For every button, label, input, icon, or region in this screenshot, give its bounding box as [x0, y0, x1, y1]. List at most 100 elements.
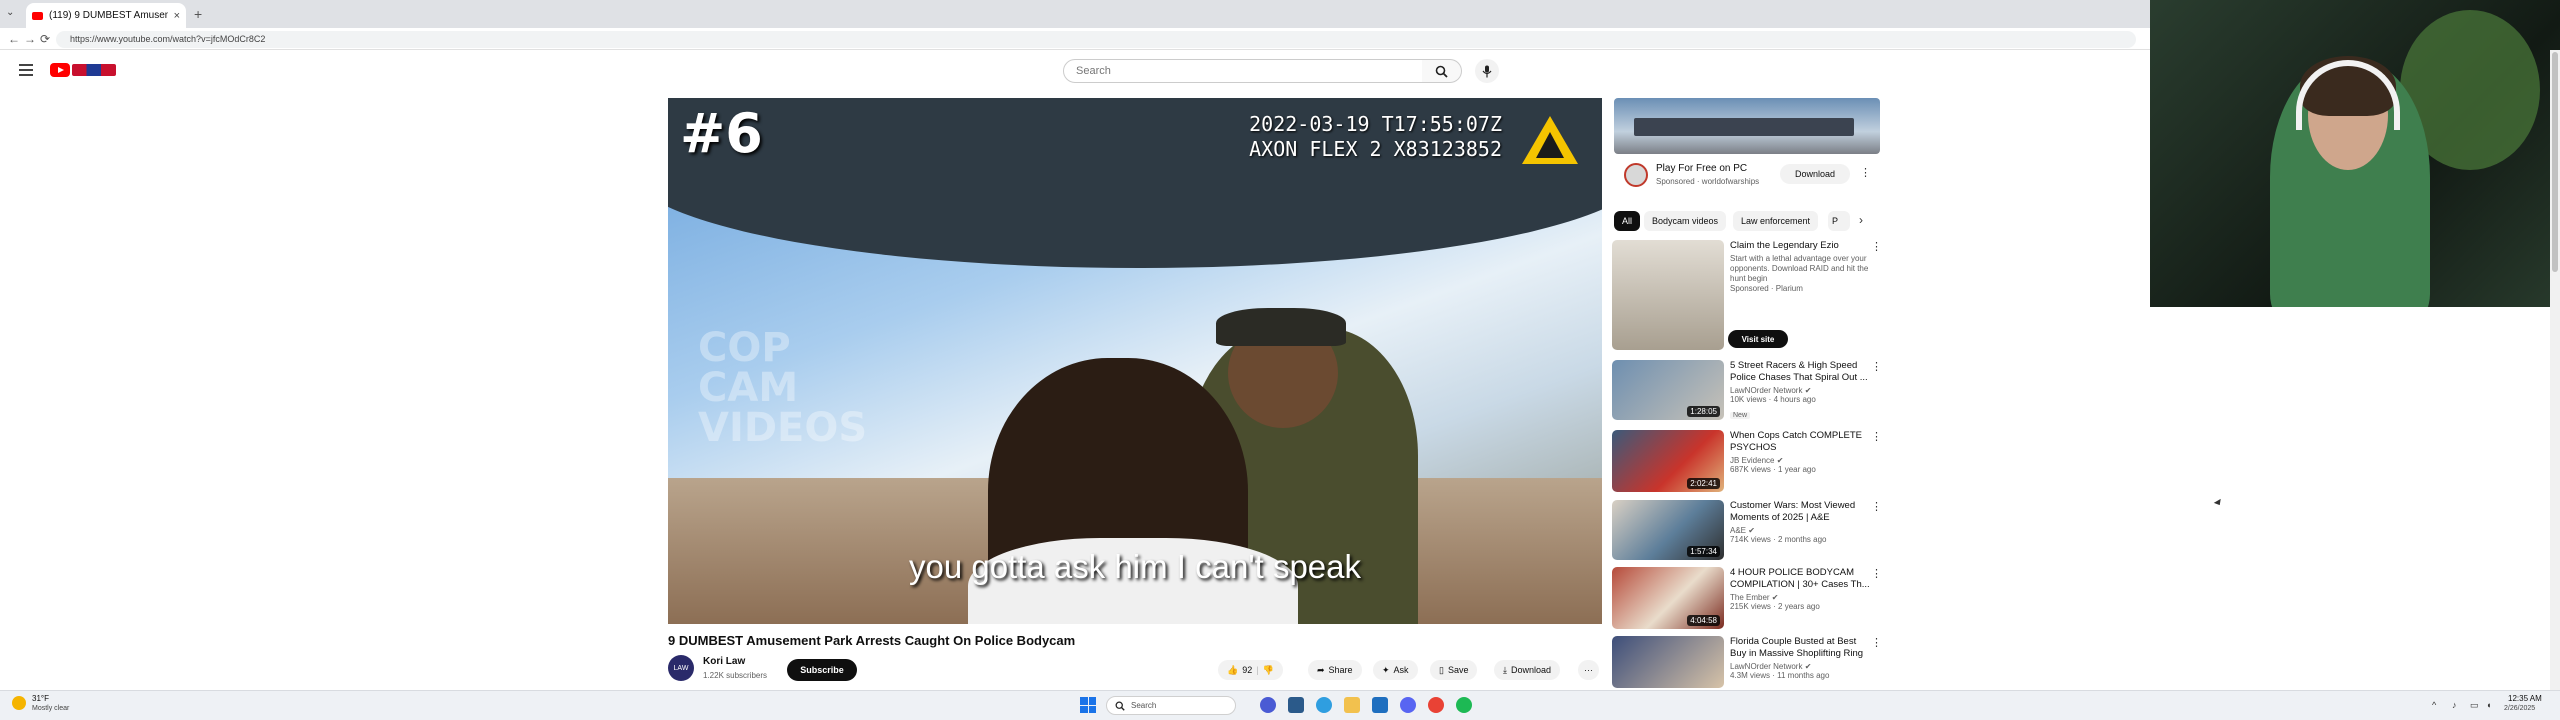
- thumbnail[interactable]: 1:57:34: [1612, 500, 1724, 560]
- thumbnail[interactable]: [1612, 240, 1724, 350]
- thumbnail[interactable]: 2:02:41: [1612, 430, 1724, 492]
- item-title[interactable]: Customer Wars: Most Viewed Moments of 20…: [1730, 500, 1870, 524]
- thumbnail[interactable]: 4:04:58: [1612, 567, 1724, 629]
- tab-close-icon[interactable]: ×: [174, 10, 180, 22]
- list-item[interactable]: Florida Couple Busted at Best Buy in Mas…: [1612, 636, 1882, 688]
- subscribe-button[interactable]: Subscribe: [787, 659, 857, 681]
- clock-date[interactable]: 2/26/2025: [2504, 705, 2535, 712]
- list-item[interactable]: 1:28:05 5 Street Racers & High Speed Pol…: [1612, 360, 1882, 422]
- item-channel[interactable]: LawNOrder Network ✔: [1730, 662, 1870, 671]
- item-title[interactable]: 5 Street Racers & High Speed Police Chas…: [1730, 360, 1870, 384]
- ad-advertiser-icon: [1624, 163, 1648, 187]
- edge-icon[interactable]: [1316, 697, 1332, 713]
- browser-tab[interactable]: (119) 9 DUMBEST Amusement ×: [26, 3, 186, 28]
- list-item[interactable]: 2:02:41 When Cops Catch COMPLETE PSYCHOS…: [1612, 430, 1882, 492]
- item-title[interactable]: 4 HOUR POLICE BODYCAM COMPILATION | 30+ …: [1730, 567, 1870, 591]
- more-options-icon[interactable]: ⋮: [1871, 636, 1882, 649]
- discord-icon[interactable]: [1400, 697, 1416, 713]
- chevron-up-icon[interactable]: ^: [2432, 700, 2436, 710]
- visit-site-button[interactable]: Visit site: [1728, 330, 1788, 348]
- chip-partial[interactable]: P: [1828, 211, 1850, 231]
- share-icon: ➦: [1317, 664, 1325, 675]
- more-options-icon[interactable]: ⋮: [1871, 500, 1882, 513]
- more-options-icon[interactable]: ⋮: [1860, 166, 1871, 179]
- item-channel[interactable]: JB Evidence ✔: [1730, 456, 1870, 465]
- more-actions-button[interactable]: ···: [1578, 660, 1599, 680]
- ask-button[interactable]: ✦ Ask: [1373, 660, 1418, 680]
- taskbar-search[interactable]: Search: [1106, 696, 1236, 715]
- thumbs-up-icon: 👍: [1227, 664, 1239, 675]
- item-channel[interactable]: LawNOrder Network ✔: [1730, 386, 1870, 395]
- chip-law-enforcement[interactable]: Law enforcement: [1733, 211, 1819, 231]
- store-icon[interactable]: [1372, 697, 1388, 713]
- bookmark-icon: ▯: [1439, 664, 1444, 675]
- region-flag-icon: [72, 64, 116, 76]
- menu-icon[interactable]: [19, 64, 33, 76]
- thumbs-down-icon[interactable]: 👎: [1263, 665, 1274, 676]
- file-explorer-icon[interactable]: [1344, 697, 1360, 713]
- item-meta: 4.3M views · 11 months ago: [1730, 671, 1830, 680]
- clock-time[interactable]: 12:35 AM: [2508, 694, 2542, 703]
- more-options-icon[interactable]: ⋮: [1871, 567, 1882, 580]
- thumbnail[interactable]: 1:28:05: [1612, 360, 1724, 420]
- forward-button[interactable]: →: [24, 32, 36, 46]
- item-meta: 10K views · 4 hours ago: [1730, 395, 1816, 404]
- item-title[interactable]: Claim the Legendary Ezio: [1730, 240, 1870, 252]
- bodycam-timestamp: 2022-03-19 T17:55:07Z AXON FLEX 2 X83123…: [1249, 112, 1502, 162]
- chip-all[interactable]: All: [1614, 211, 1641, 231]
- video-player[interactable]: #6 2022-03-19 T17:55:07Z AXON FLEX 2 X83…: [668, 98, 1602, 624]
- ad-banner-image[interactable]: [1614, 98, 1880, 154]
- more-options-icon[interactable]: ⋮: [1871, 240, 1882, 253]
- duration-badge: 1:28:05: [1687, 406, 1720, 417]
- save-button[interactable]: ▯ Save: [1430, 660, 1478, 680]
- more-options-icon[interactable]: ⋮: [1871, 430, 1882, 443]
- search-icon: [1435, 65, 1448, 78]
- axon-logo-icon: [1522, 116, 1578, 164]
- list-item[interactable]: 1:57:34 Customer Wars: Most Viewed Momen…: [1612, 500, 1882, 562]
- channel-avatar[interactable]: LAW: [668, 655, 694, 681]
- start-button[interactable]: [1080, 697, 1096, 713]
- channel-name[interactable]: Kori Law: [703, 656, 745, 667]
- copilot-icon[interactable]: [1260, 697, 1276, 713]
- taskbar-search-label: Search: [1131, 701, 1157, 710]
- task-view-icon[interactable]: [1288, 697, 1304, 713]
- network-icon[interactable]: ▭: [2470, 700, 2479, 711]
- microphone-tray-icon[interactable]: ♪: [2452, 700, 2457, 710]
- weather-icon[interactable]: [12, 696, 26, 710]
- item-channel[interactable]: A&E ✔: [1730, 526, 1870, 535]
- page-scrollbar[interactable]: [2550, 50, 2560, 690]
- sparkle-icon: ✦: [1382, 664, 1390, 675]
- ad-title[interactable]: Play For Free on PC: [1656, 163, 1747, 174]
- chip-bodycam-videos[interactable]: Bodycam videos: [1644, 211, 1727, 231]
- ask-label: Ask: [1393, 665, 1409, 675]
- volume-icon[interactable]: ◖: [2486, 700, 2491, 710]
- item-meta: 687K views · 1 year ago: [1730, 465, 1816, 474]
- voice-search-button[interactable]: [1475, 59, 1499, 83]
- like-button[interactable]: 👍 92 | 👎: [1218, 660, 1283, 680]
- chrome-icon[interactable]: [1428, 697, 1444, 713]
- share-button[interactable]: ➦ Share: [1308, 660, 1362, 680]
- search-button[interactable]: [1422, 59, 1462, 83]
- item-channel[interactable]: The Ember ✔: [1730, 593, 1870, 602]
- new-tab-button[interactable]: +: [194, 6, 202, 22]
- search-input[interactable]: Search: [1063, 59, 1423, 83]
- item-title[interactable]: When Cops Catch COMPLETE PSYCHOS: [1730, 430, 1870, 454]
- url-field[interactable]: https://www.youtube.com/watch?v=jfcMOdCr…: [56, 31, 2136, 48]
- list-item[interactable]: 4:04:58 4 HOUR POLICE BODYCAM COMPILATIO…: [1612, 567, 1882, 629]
- duration-badge: 2:02:41: [1687, 478, 1720, 489]
- item-title[interactable]: Florida Couple Busted at Best Buy in Mas…: [1730, 636, 1870, 660]
- more-options-icon[interactable]: ⋮: [1871, 360, 1882, 373]
- taskbar: [0, 690, 2560, 720]
- duration-badge: 4:04:58: [1687, 615, 1720, 626]
- reload-button[interactable]: ⟳: [40, 32, 50, 46]
- chevron-right-icon[interactable]: ›: [1859, 213, 1863, 227]
- spotify-icon[interactable]: [1456, 697, 1472, 713]
- thumbnail[interactable]: [1612, 636, 1724, 688]
- subscriber-count: 1.22K subscribers: [703, 671, 768, 680]
- weather-temperature[interactable]: 31°F: [32, 694, 49, 703]
- youtube-logo-icon[interactable]: [50, 63, 70, 77]
- back-button[interactable]: ←: [8, 32, 20, 46]
- tab-search-icon[interactable]: ⌄: [6, 7, 14, 18]
- download-button[interactable]: ⤓ Download: [1494, 660, 1561, 680]
- ad-download-button[interactable]: Download: [1780, 164, 1850, 184]
